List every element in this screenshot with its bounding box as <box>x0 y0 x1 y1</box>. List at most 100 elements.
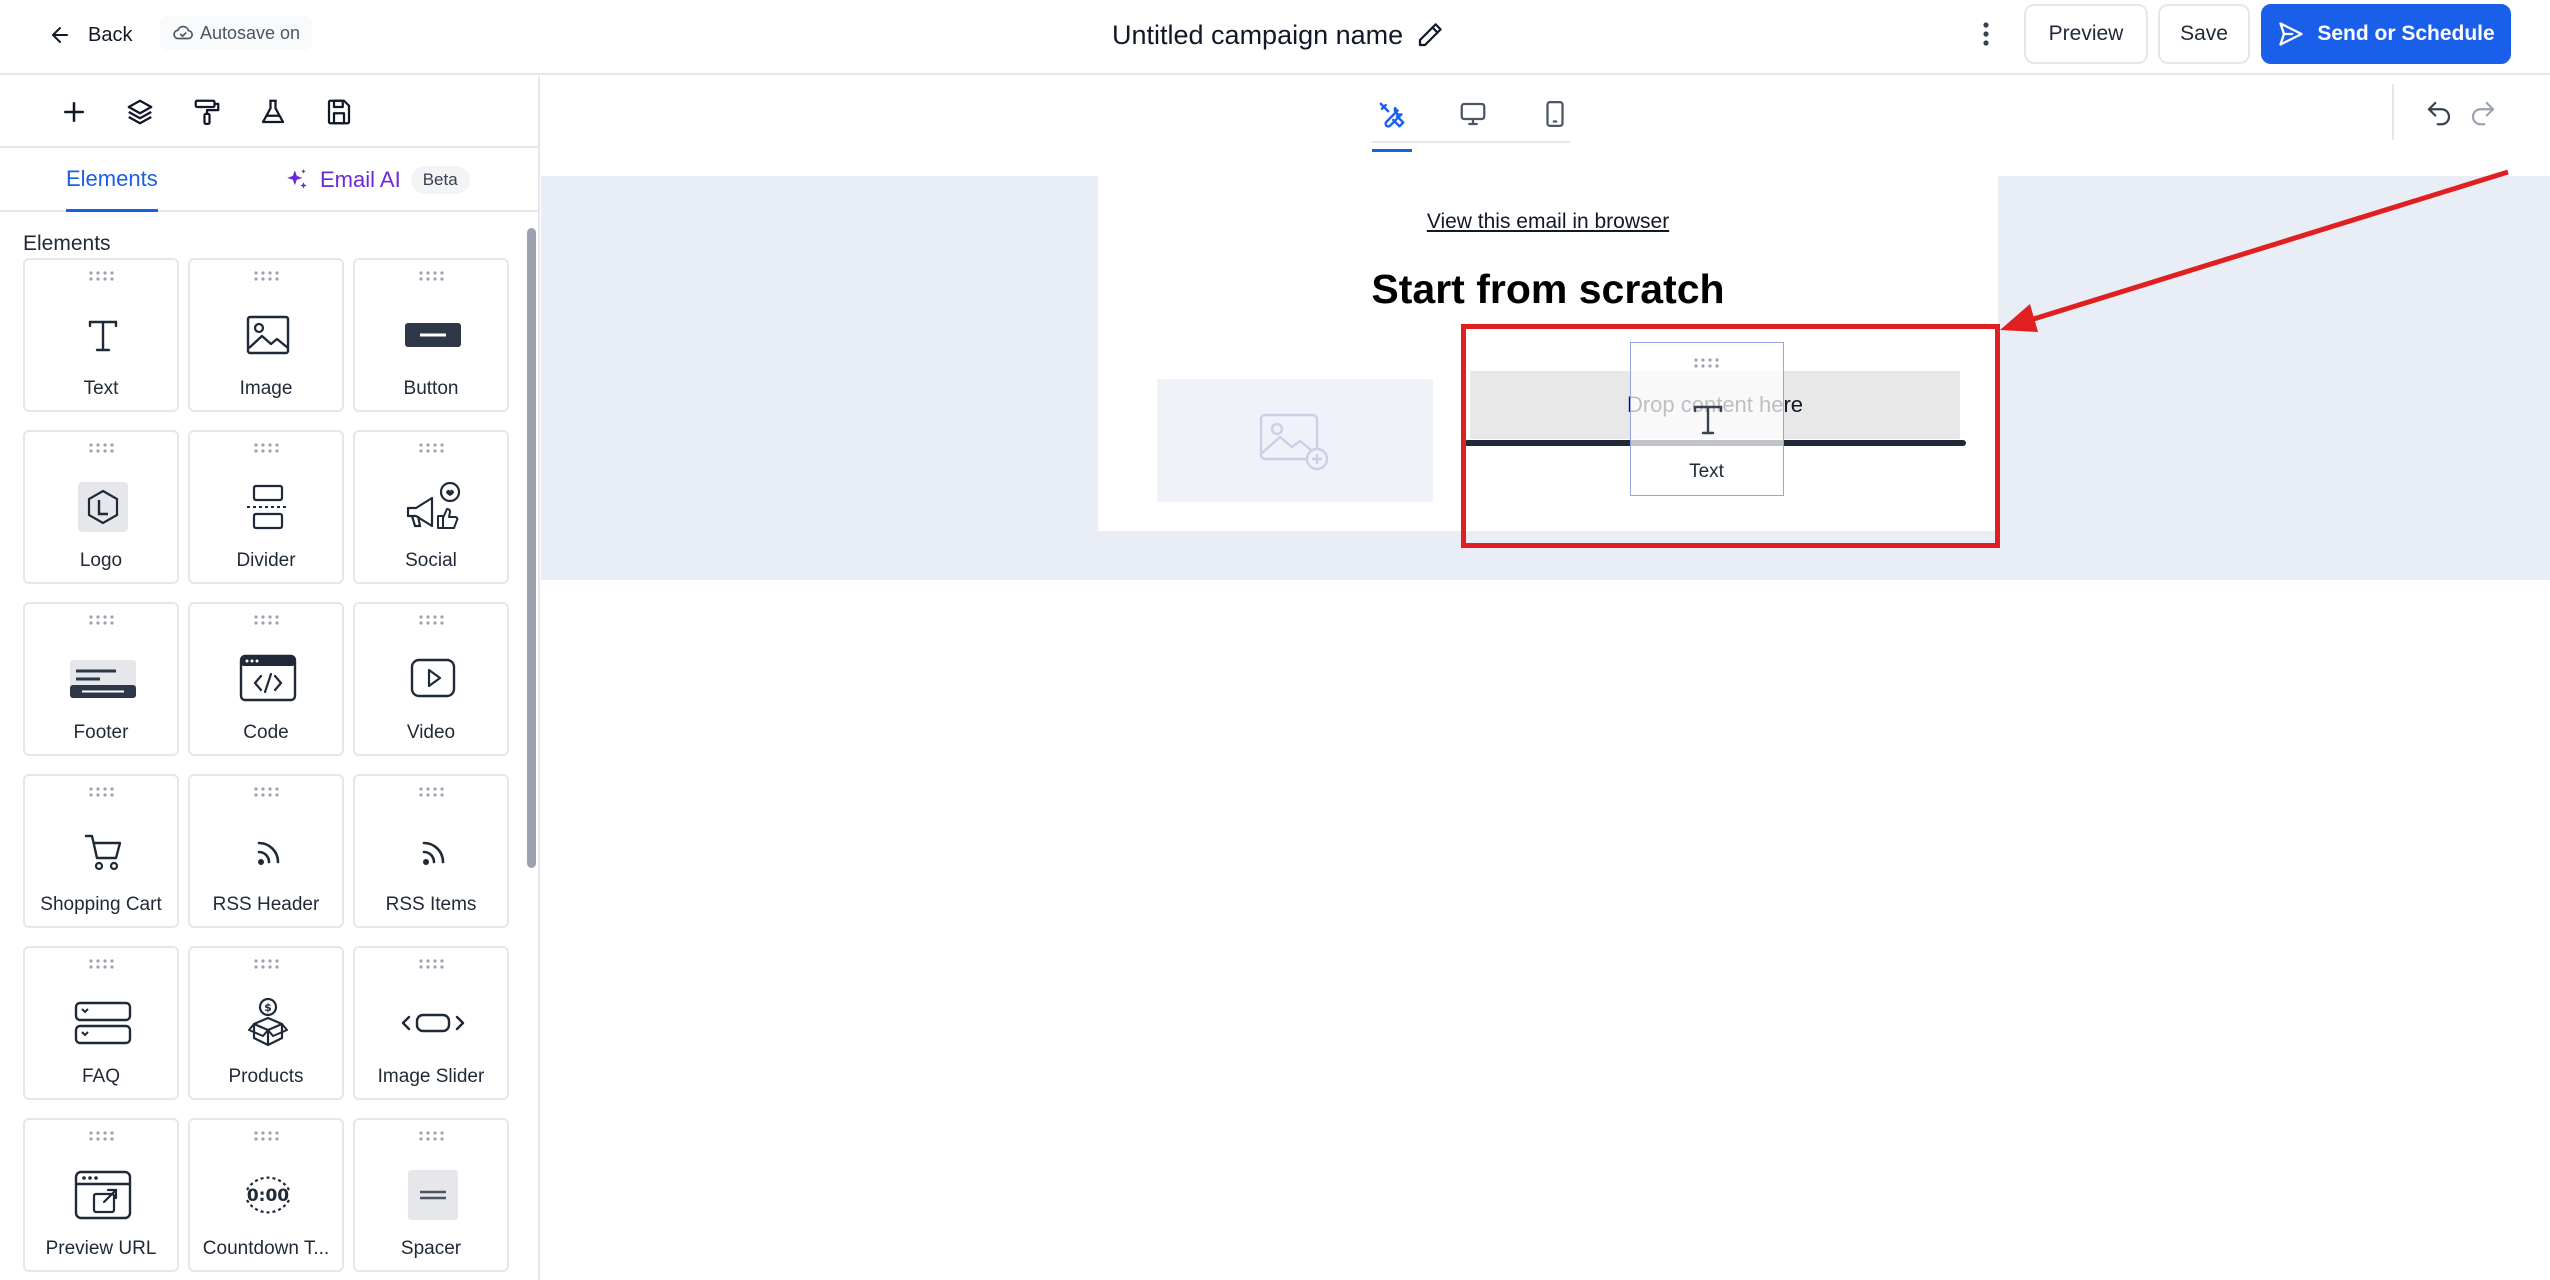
send-label: Send or Schedule <box>2317 22 2495 45</box>
element-card-footer[interactable]: Footer <box>23 602 179 756</box>
element-label: RSS Header <box>212 894 320 915</box>
paint-roller-icon <box>194 99 220 125</box>
test-button[interactable] <box>253 92 293 132</box>
rss-icon <box>400 826 466 876</box>
add-button[interactable] <box>54 92 94 132</box>
element-card-shopping-cart[interactable]: Shopping Cart <box>23 774 179 928</box>
layers-icon <box>127 99 153 125</box>
drag-handle-icon <box>254 271 279 281</box>
element-card-button[interactable]: Button <box>353 258 509 412</box>
faq-icon <box>70 998 136 1048</box>
desktop-icon <box>1460 102 1486 126</box>
drag-handle-icon <box>419 615 444 625</box>
svg-text:$: $ <box>264 1001 272 1014</box>
element-label: Social <box>405 550 457 571</box>
drag-handle-icon <box>419 787 444 797</box>
back-button[interactable]: Back <box>48 18 132 52</box>
add-icon <box>64 102 84 122</box>
element-card-preview-url[interactable]: Preview URL <box>23 1118 179 1272</box>
element-label: FAQ <box>81 1066 120 1087</box>
mobile-view-button[interactable] <box>1535 94 1575 134</box>
element-card-products[interactable]: $ Products <box>188 946 344 1100</box>
spacer-icon <box>400 1170 466 1220</box>
element-label: Footer <box>73 722 129 743</box>
campaign-name[interactable]: Untitled campaign name <box>1112 20 1403 51</box>
preview-button[interactable]: Preview <box>2024 4 2148 64</box>
drag-handle-icon <box>419 1131 444 1141</box>
more-options-button[interactable] <box>1972 14 2000 54</box>
campaign-title[interactable]: Untitled campaign name <box>1112 14 1445 56</box>
element-label: Preview URL <box>45 1238 157 1259</box>
elements-sidebar: Elements Email AI Beta Elements Text Ima… <box>0 76 540 1280</box>
drag-handle-icon <box>254 443 279 453</box>
element-label: Countdown T... <box>202 1238 330 1259</box>
button-icon <box>400 310 466 360</box>
view-switcher-divider <box>1372 141 1570 143</box>
send-icon <box>2279 22 2303 46</box>
annotation-highlight-box <box>1461 324 2000 548</box>
tab-elements-label: Elements <box>66 165 158 191</box>
view-in-browser-link[interactable]: View this email in browser <box>1098 210 1998 234</box>
undo-icon[interactable] <box>2424 98 2454 128</box>
element-label: Shopping Cart <box>40 894 162 915</box>
drag-handle-icon <box>254 787 279 797</box>
element-label: Divider <box>236 550 296 571</box>
styles-button[interactable] <box>187 92 227 132</box>
countdown-icon: 0:00 <box>235 1170 301 1220</box>
element-card-divider[interactable]: Divider <box>188 430 344 584</box>
element-card-rss-header[interactable]: RSS Header <box>188 774 344 928</box>
redo-icon[interactable] <box>2468 98 2498 128</box>
element-card-faq[interactable]: FAQ <box>23 946 179 1100</box>
send-or-schedule-button[interactable]: Send or Schedule <box>2261 4 2511 64</box>
back-label: Back <box>88 23 133 46</box>
slider-icon <box>400 998 466 1048</box>
rss-icon <box>235 826 301 876</box>
preview-label: Preview <box>2048 22 2124 45</box>
layers-button[interactable] <box>120 92 160 132</box>
video-icon <box>400 654 466 704</box>
add-image-icon <box>1259 413 1329 470</box>
drag-handle-icon <box>419 959 444 969</box>
element-card-logo[interactable]: Logo <box>23 430 179 584</box>
pencil-icon[interactable] <box>1415 20 1445 50</box>
element-card-image-slider[interactable]: Image Slider <box>353 946 509 1100</box>
element-label: Text <box>83 378 119 399</box>
email-headline[interactable]: Start from scratch <box>1098 266 1998 313</box>
save-template-button[interactable] <box>319 92 359 132</box>
element-label: Video <box>406 722 456 743</box>
tab-email-ai-label: Email AI <box>320 167 401 192</box>
element-label: Button <box>403 378 459 399</box>
flask-icon <box>261 99 285 124</box>
drag-handle-icon <box>89 787 114 797</box>
element-card-code[interactable]: Code <box>188 602 344 756</box>
element-card-text[interactable]: Text <box>23 258 179 412</box>
drag-handle-icon <box>419 443 444 453</box>
drag-handle-icon <box>419 271 444 281</box>
text-icon <box>70 310 136 360</box>
logo-icon <box>70 482 136 532</box>
desktop-view-button[interactable] <box>1453 94 1493 134</box>
image-placeholder[interactable] <box>1157 379 1433 502</box>
element-label: Products <box>228 1066 304 1087</box>
element-card-spacer[interactable]: Spacer <box>353 1118 509 1272</box>
history-controls <box>2392 84 2502 140</box>
element-card-social[interactable]: Social <box>353 430 509 584</box>
element-card-countdown-timer[interactable]: 0:00 Countdown T... <box>188 1118 344 1272</box>
products-icon: $ <box>235 998 301 1048</box>
element-card-image[interactable]: Image <box>188 258 344 412</box>
builder-view-button[interactable] <box>1372 94 1412 152</box>
annotation-arrow-icon <box>2000 169 2509 332</box>
drag-handle-icon <box>89 443 114 453</box>
footer-icon <box>70 654 136 704</box>
tab-email-ai[interactable]: Email AI Beta <box>284 148 470 212</box>
save-button[interactable]: Save <box>2158 4 2250 64</box>
element-label: Image Slider <box>377 1066 485 1087</box>
save-icon <box>327 99 351 125</box>
view-mode-switcher <box>1360 84 1570 152</box>
element-card-rss-items[interactable]: RSS Items <box>353 774 509 928</box>
divider-icon <box>235 482 301 532</box>
tab-elements[interactable]: Elements <box>66 148 158 212</box>
element-card-video[interactable]: Video <box>353 602 509 756</box>
code-icon <box>235 654 301 704</box>
sidebar-scrollbar[interactable] <box>527 228 536 868</box>
